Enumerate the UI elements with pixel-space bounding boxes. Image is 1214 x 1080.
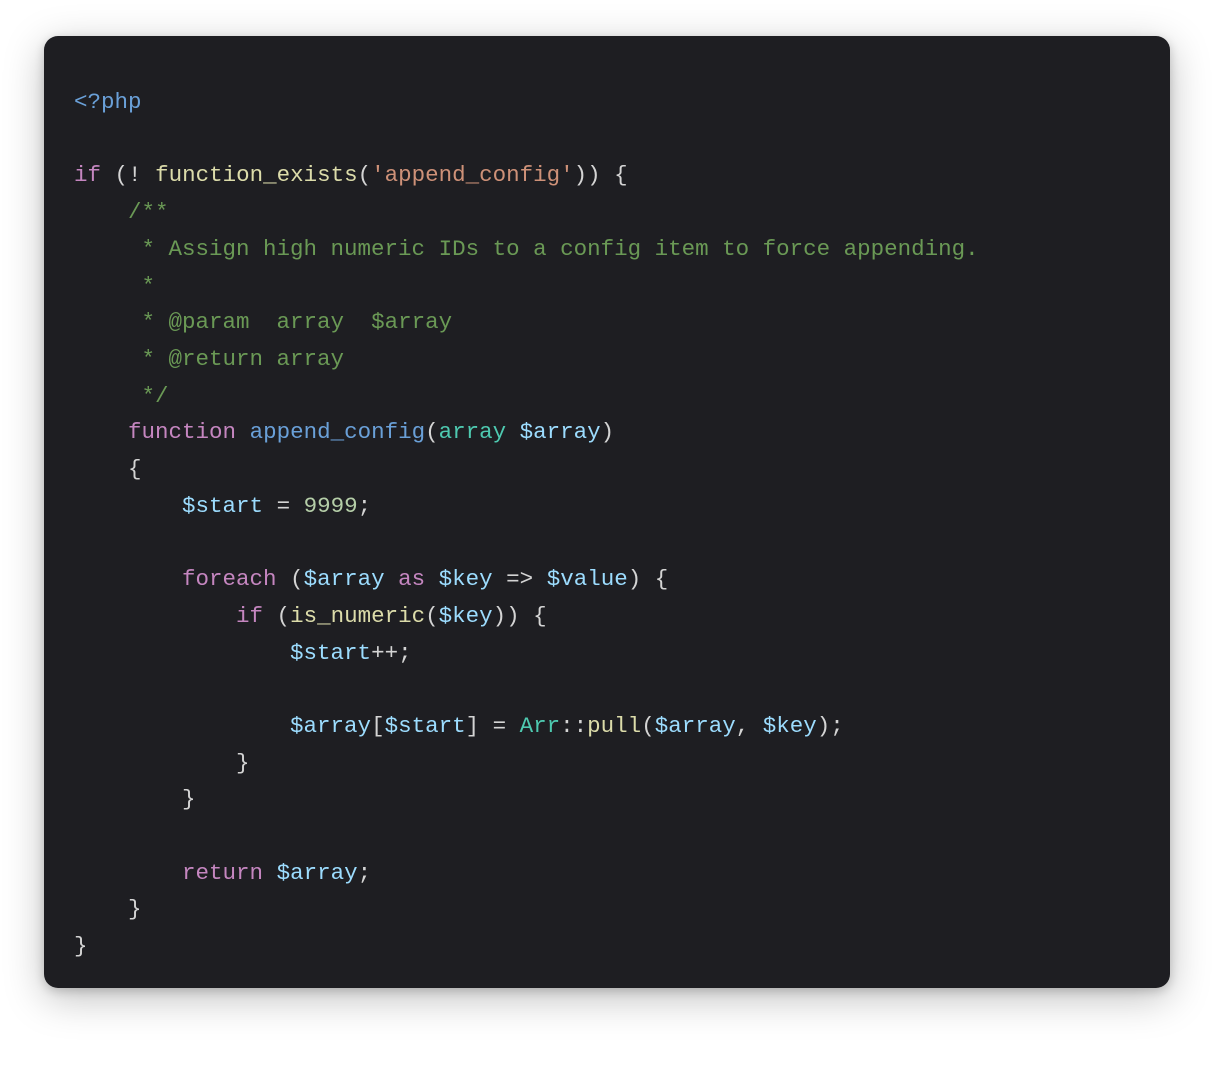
var-key: $key — [763, 713, 817, 739]
op-not: ! — [128, 162, 142, 188]
doc-open: /** — [128, 199, 169, 225]
kw-as: as — [398, 566, 425, 592]
var-start: $start — [182, 493, 263, 519]
doc-line: * @param array — [128, 309, 371, 335]
var-key: $key — [439, 603, 493, 629]
type-arr-class: Arr — [520, 713, 561, 739]
kw-if: if — [236, 603, 263, 629]
var-start: $start — [385, 713, 466, 739]
punct: ( — [277, 566, 304, 592]
op-arrow: => — [506, 566, 533, 592]
op-assign: = — [493, 713, 507, 739]
kw-if: if — [74, 162, 101, 188]
punct: ) — [601, 419, 615, 445]
punct: ( — [641, 713, 655, 739]
kw-foreach: foreach — [182, 566, 277, 592]
punct: ) { — [628, 566, 669, 592]
fn-pull: pull — [587, 713, 641, 739]
var-value: $value — [547, 566, 628, 592]
var-array: $array — [655, 713, 736, 739]
kw-return: return — [182, 860, 263, 886]
punct: ; — [358, 860, 372, 886]
code-card: <?php if (! function_exists('append_conf… — [44, 36, 1170, 988]
punct: )) { — [493, 603, 547, 629]
punct: } — [236, 750, 250, 776]
punct: ; — [358, 493, 372, 519]
doc-close: */ — [128, 383, 169, 409]
punct: ] — [466, 713, 493, 739]
doc-var: $array — [371, 309, 452, 335]
punct: ( — [101, 162, 128, 188]
type-array: array — [439, 419, 507, 445]
op-inc: ++ — [371, 640, 398, 666]
php-open-tag: <?php — [74, 89, 142, 115]
string-append-config: 'append_config' — [371, 162, 574, 188]
var-key: $key — [439, 566, 493, 592]
punct: ( — [425, 419, 439, 445]
punct: ( — [425, 603, 439, 629]
punct: ); — [817, 713, 844, 739]
num-9999: 9999 — [304, 493, 358, 519]
var-array: $array — [290, 713, 371, 739]
doc-line: * — [128, 273, 155, 299]
punct: ; — [398, 640, 412, 666]
punct: } — [74, 933, 88, 959]
punct: [ — [371, 713, 385, 739]
var-array: $array — [277, 860, 358, 886]
doc-line: * Assign high numeric IDs to a config it… — [128, 236, 979, 262]
kw-function: function — [128, 419, 236, 445]
punct: ( — [358, 162, 372, 188]
fn-function-exists: function_exists — [155, 162, 358, 188]
code-block: <?php if (! function_exists('append_conf… — [74, 84, 1140, 965]
punct: { — [128, 456, 142, 482]
punct: } — [182, 786, 196, 812]
fn-is-numeric: is_numeric — [290, 603, 425, 629]
op-dcolon: :: — [560, 713, 587, 739]
punct: ( — [263, 603, 290, 629]
punct: )) { — [574, 162, 628, 188]
punct: , — [736, 713, 763, 739]
var-array: $array — [520, 419, 601, 445]
var-start: $start — [290, 640, 371, 666]
punct: } — [128, 896, 142, 922]
def-append-config: append_config — [250, 419, 426, 445]
doc-line: * @return array — [128, 346, 344, 372]
punct — [142, 162, 156, 188]
op-assign: = — [277, 493, 291, 519]
var-array: $array — [304, 566, 385, 592]
